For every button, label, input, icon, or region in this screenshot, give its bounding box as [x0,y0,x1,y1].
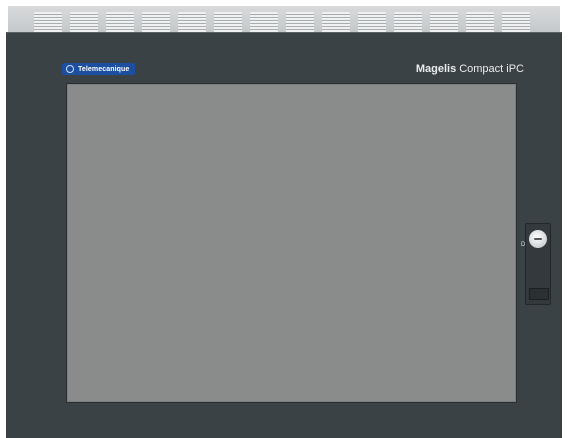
vent-slot [70,12,98,34]
model-name: Magelis [415,63,457,75]
lock-slot [534,238,542,240]
vent-slot [358,12,386,34]
brand-name: Telemecanique [78,65,130,73]
vent-slot [502,12,530,34]
vent-slot [106,12,134,34]
vent-slot [214,12,242,34]
vent-slot [142,12,170,34]
model-variant: Compact iPC [459,63,524,75]
door-handle[interactable] [529,288,549,300]
vent-slot [286,12,314,34]
vent-slot [250,12,278,34]
model-label: Magelis Compact iPC [416,63,524,75]
vent-slot [430,12,458,34]
drive-door[interactable] [525,223,551,305]
vent-slot [322,12,350,34]
telemecanique-logo-icon [66,65,74,73]
device-bezel: Telemecanique MagelisCompact iPC ON DISK [6,32,562,438]
vent-slot [466,12,494,34]
lock-icon[interactable] [529,230,547,248]
brand-badge: Telemecanique [62,63,136,75]
display-screen[interactable] [66,83,517,403]
vent-slot [394,12,422,34]
vent-slot [34,12,62,34]
vent-slot [178,12,206,34]
